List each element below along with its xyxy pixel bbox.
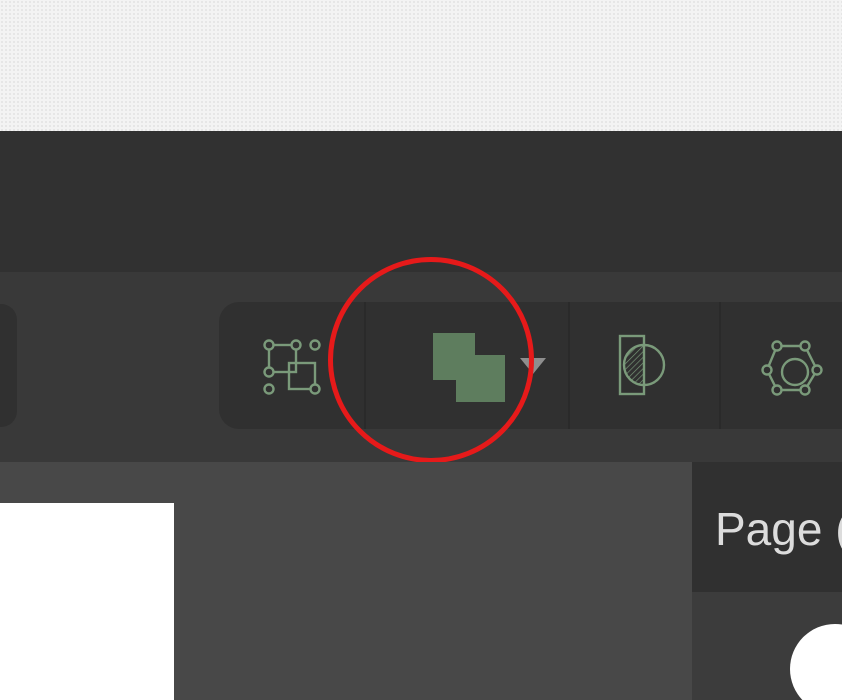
pages-panel-header: Page ( [692, 462, 842, 592]
chevron-down-icon[interactable] [520, 358, 546, 374]
title-bar [0, 131, 842, 272]
toggle-knob[interactable] [790, 624, 842, 700]
mask-tool-button[interactable] [568, 302, 721, 429]
path-nodes-icon [761, 339, 823, 396]
frame-icon [262, 338, 321, 395]
toolbar-left-group [0, 304, 17, 427]
frame-tool-button[interactable] [219, 302, 364, 429]
pages-panel-body [692, 592, 842, 700]
page-sheet[interactable] [0, 503, 174, 700]
panel-title: Page ( [715, 503, 842, 555]
union-shapes-icon [433, 332, 505, 402]
mask-icon [618, 334, 665, 395]
desktop-background [0, 0, 842, 131]
nodes-tool-button[interactable] [719, 302, 842, 429]
